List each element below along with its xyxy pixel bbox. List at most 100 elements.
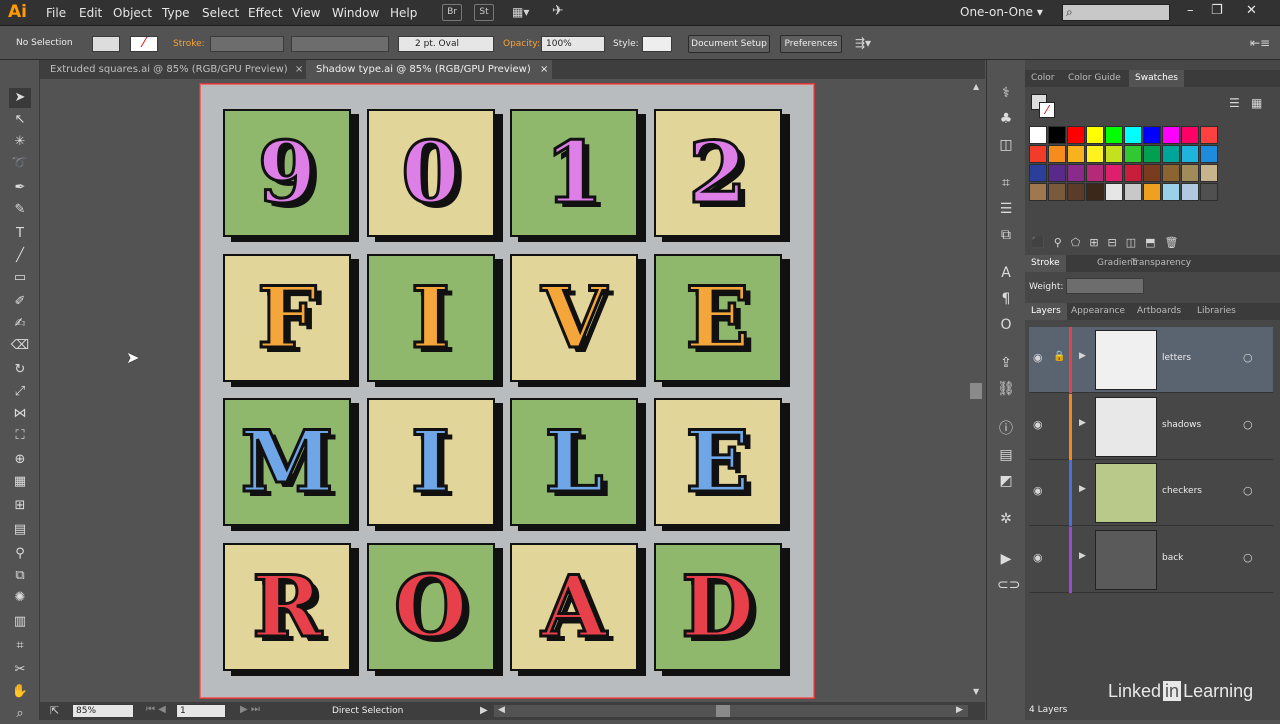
- blend-tool-icon[interactable]: ⧉: [9, 566, 31, 586]
- letter-tile[interactable]: O: [366, 542, 495, 671]
- color-swatch[interactable]: [1181, 164, 1199, 182]
- artboard-next-icon[interactable]: ▶ ⏭: [240, 704, 260, 715]
- letter-tile[interactable]: E: [653, 398, 782, 526]
- eraser-tool-icon[interactable]: ⌫: [9, 336, 31, 356]
- color-swatch[interactable]: [1181, 126, 1199, 144]
- layer-row[interactable]: ◉ ▶ back ○: [1029, 526, 1273, 593]
- color-swatch[interactable]: [1143, 183, 1161, 201]
- list-view-icon[interactable]: ☰: [1229, 96, 1240, 110]
- color-swatch[interactable]: [1124, 164, 1142, 182]
- tab-shadow-type[interactable]: Shadow type.ai @ 85% (RGB/GPU Preview) ×: [306, 60, 552, 79]
- tab-color-guide[interactable]: Color Guide: [1062, 70, 1127, 87]
- swatch-stroke-indicator[interactable]: ⁄: [1039, 102, 1055, 118]
- perspective-grid-tool-icon[interactable]: ▦: [9, 472, 31, 492]
- color-swatch[interactable]: [1143, 164, 1161, 182]
- zoom-field[interactable]: 85%: [72, 704, 134, 718]
- navigator-icon[interactable]: ✲: [997, 510, 1015, 528]
- zoom-tool-icon[interactable]: ⌕: [9, 704, 31, 724]
- restore-icon[interactable]: ❐: [1211, 3, 1223, 18]
- letter-tile[interactable]: 9: [223, 109, 351, 237]
- opacity-field[interactable]: 100%: [541, 36, 605, 52]
- tab-close-icon[interactable]: ×: [295, 64, 303, 75]
- target-icon[interactable]: ○: [1243, 484, 1253, 497]
- letter-tile[interactable]: 1: [510, 109, 638, 237]
- tab-color[interactable]: Color: [1025, 70, 1061, 87]
- grid-view-icon[interactable]: ▦: [1251, 96, 1262, 110]
- color-swatch[interactable]: [1048, 164, 1066, 182]
- tab-stroke[interactable]: Stroke: [1025, 255, 1066, 272]
- scale-tool-icon[interactable]: ⤢: [9, 382, 31, 402]
- color-swatch[interactable]: [1181, 183, 1199, 201]
- stroke-weight-field[interactable]: [210, 36, 284, 52]
- target-icon[interactable]: ○: [1243, 418, 1253, 431]
- line-tool-icon[interactable]: ╱: [9, 246, 31, 266]
- bridge-button[interactable]: Br: [442, 4, 462, 21]
- color-swatch[interactable]: [1124, 126, 1142, 144]
- color-swatch[interactable]: [1048, 126, 1066, 144]
- weight-field[interactable]: [1066, 278, 1144, 294]
- swatch-actions-icon[interactable]: ⬛⚲⬠⊞⊟◫⬒🗑: [1031, 236, 1188, 249]
- letter-tile[interactable]: 0: [366, 109, 495, 237]
- menu-edit[interactable]: Edit: [79, 6, 102, 20]
- stroke-label[interactable]: Stroke:: [173, 39, 205, 49]
- fill-swatch[interactable]: [92, 36, 120, 52]
- color-swatch[interactable]: [1162, 145, 1180, 163]
- artboard-tool-icon[interactable]: ⌗: [9, 636, 31, 656]
- color-swatch[interactable]: [1162, 164, 1180, 182]
- layer-name[interactable]: letters: [1162, 353, 1191, 363]
- scroll-right-icon[interactable]: ▶: [956, 705, 963, 715]
- asset-export-icon[interactable]: ⇪: [997, 354, 1015, 372]
- align-panel-icon[interactable]: ☰: [997, 200, 1015, 218]
- pathfinder-panel-icon[interactable]: ⧉: [997, 226, 1015, 244]
- curvature-tool-icon[interactable]: ✎: [9, 200, 31, 220]
- color-swatch[interactable]: [1086, 126, 1104, 144]
- color-swatch[interactable]: [1162, 126, 1180, 144]
- color-swatch[interactable]: [1029, 126, 1047, 144]
- menu-select[interactable]: Select: [202, 6, 239, 20]
- layer-name[interactable]: back: [1162, 553, 1183, 563]
- color-swatch[interactable]: [1105, 183, 1123, 201]
- document-setup-button[interactable]: Document Setup: [688, 35, 770, 53]
- symbols-panel-icon[interactable]: ♣: [997, 110, 1015, 128]
- horizontal-scrollbar[interactable]: ◀ ▶: [494, 705, 968, 717]
- transform-panel-icon[interactable]: ⌗: [997, 174, 1015, 192]
- minimize-icon[interactable]: –: [1187, 3, 1194, 18]
- attributes-panel-icon[interactable]: ⊂⊃: [997, 576, 1020, 594]
- color-swatch[interactable]: [1200, 183, 1218, 201]
- expand-arrow-icon[interactable]: ▶: [1079, 551, 1086, 561]
- paintbrush-tool-icon[interactable]: ✐: [9, 292, 31, 312]
- lasso-tool-icon[interactable]: ➰: [9, 154, 31, 174]
- tab-extruded-squares[interactable]: Extruded squares.ai @ 85% (RGB/GPU Previ…: [40, 60, 306, 79]
- scroll-left-icon[interactable]: ◀: [498, 705, 505, 715]
- color-swatch[interactable]: [1181, 145, 1199, 163]
- graphic-styles-icon[interactable]: ◫: [997, 136, 1015, 154]
- paragraph-panel-icon[interactable]: ¶: [997, 290, 1015, 308]
- letter-tile[interactable]: F: [223, 253, 351, 382]
- brush-definition[interactable]: 2 pt. Oval: [398, 36, 494, 52]
- preferences-button[interactable]: Preferences: [780, 35, 842, 53]
- type-tool-icon[interactable]: T: [9, 224, 31, 244]
- expand-arrow-icon[interactable]: ▶: [1079, 351, 1086, 361]
- color-swatch[interactable]: [1029, 164, 1047, 182]
- arrange-icon[interactable]: ⇶▾: [855, 36, 871, 50]
- menu-help[interactable]: Help: [390, 6, 417, 20]
- tab-appearance[interactable]: Appearance: [1065, 303, 1131, 320]
- layer-row[interactable]: ◉ 🔒 ▶ letters ○: [1029, 327, 1273, 393]
- selection-tool-icon[interactable]: ➤: [9, 88, 31, 108]
- visibility-eye-icon[interactable]: ◉: [1033, 418, 1043, 431]
- color-swatch[interactable]: [1067, 145, 1085, 163]
- info-panel-icon[interactable]: ⓘ: [997, 420, 1015, 438]
- search-input[interactable]: ⌕: [1062, 4, 1170, 21]
- color-swatch[interactable]: [1086, 164, 1104, 182]
- color-swatch[interactable]: [1143, 145, 1161, 163]
- blob-brush-tool-icon[interactable]: ✍: [9, 314, 31, 334]
- character-panel-icon[interactable]: A: [997, 264, 1015, 282]
- layer-row[interactable]: ◉ ▶ shadows ○: [1029, 393, 1273, 460]
- hand-tool-icon[interactable]: ✋: [9, 682, 31, 702]
- width-tool-icon[interactable]: ⋈: [9, 404, 31, 424]
- eyedropper-tool-icon[interactable]: ⚲: [9, 544, 31, 564]
- links-panel-icon[interactable]: ⛓: [997, 380, 1015, 398]
- visibility-eye-icon[interactable]: ◉: [1033, 484, 1043, 497]
- image-trace-icon[interactable]: ◩: [997, 472, 1015, 490]
- color-swatch[interactable]: [1124, 183, 1142, 201]
